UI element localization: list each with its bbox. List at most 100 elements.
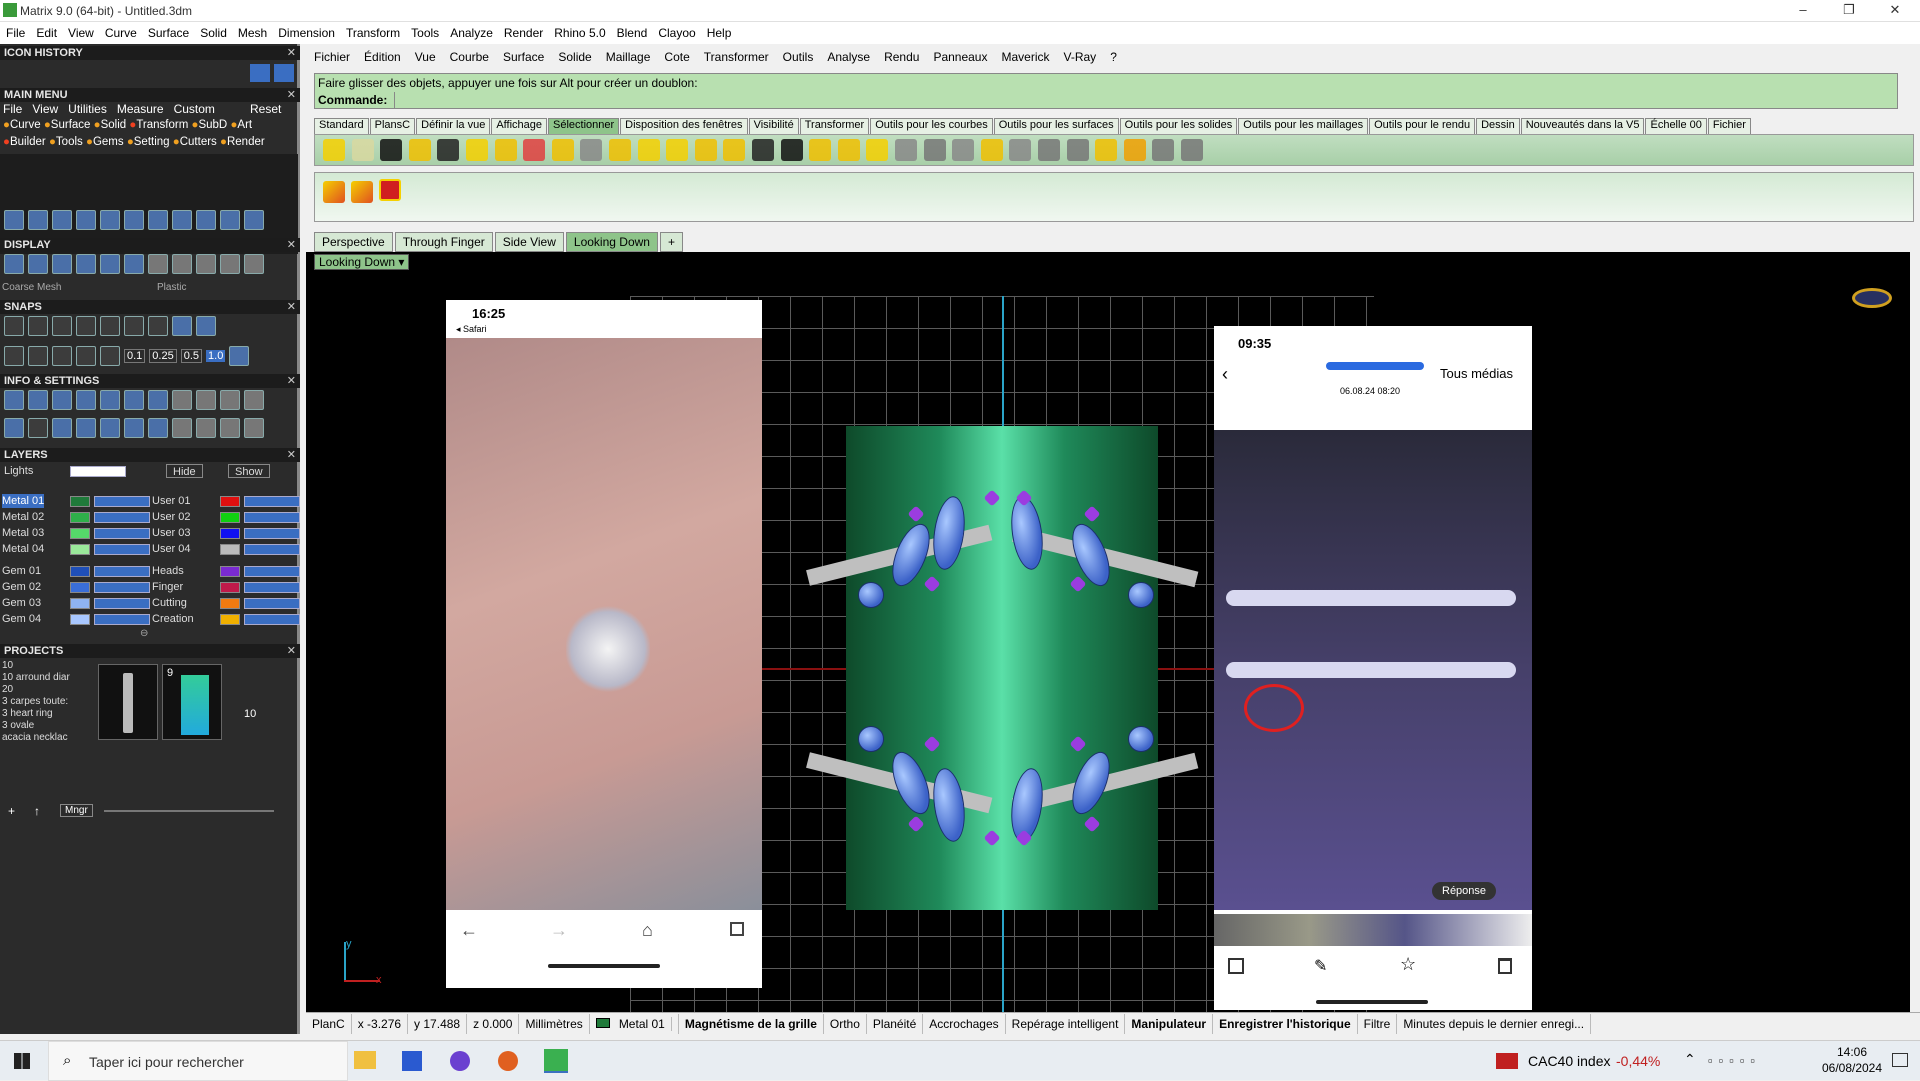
back-chevron-icon[interactable]: ‹ [1222, 364, 1228, 385]
select-tool-icon[interactable] [923, 139, 946, 161]
tray-chevron-icon[interactable]: ⌃ [1684, 1051, 1696, 1068]
cat-art[interactable]: Art [237, 119, 252, 131]
select-tool-icon[interactable] [723, 139, 746, 161]
snap-icon[interactable] [52, 316, 72, 336]
settings-icon[interactable] [244, 390, 264, 410]
tab-solid-tools[interactable]: Outils pour les solides [1119, 118, 1238, 134]
tab-standard[interactable]: Standard [314, 118, 369, 134]
app-icon[interactable] [450, 1051, 470, 1071]
windows-start-icon[interactable] [14, 1053, 30, 1069]
layer-name[interactable]: User 03 [152, 526, 191, 540]
select-tool-icon[interactable] [1066, 139, 1089, 161]
layer-visibility-lock-controls[interactable] [94, 512, 150, 523]
layer-color-swatch[interactable] [70, 582, 90, 593]
layer-visibility-lock-controls[interactable] [94, 496, 150, 507]
project-item[interactable]: 10 arround diar [2, 672, 86, 684]
round-gem[interactable] [1128, 582, 1154, 608]
material-sphere-icon[interactable] [148, 254, 168, 274]
search-icon[interactable] [28, 390, 48, 410]
mm-reset[interactable]: Reset [250, 102, 281, 116]
settings-icon[interactable] [100, 390, 120, 410]
select-tool-icon[interactable] [952, 139, 975, 161]
rmenu-surface[interactable]: Surface [503, 50, 544, 64]
layer-visibility-lock-controls[interactable] [94, 582, 150, 593]
layer-color-swatch[interactable] [220, 614, 240, 625]
close-icon[interactable]: ✕ [287, 88, 296, 102]
select-tool-icon[interactable] [551, 139, 574, 161]
select-tool-icon[interactable] [523, 139, 546, 161]
snap-icon[interactable] [28, 346, 48, 366]
tab-through-finger[interactable]: Through Finger [394, 232, 493, 252]
project-item[interactable]: 20 [2, 684, 86, 696]
select-tool-icon[interactable] [666, 139, 689, 161]
cat-curve[interactable]: Curve [10, 119, 41, 131]
move-icon[interactable] [100, 210, 120, 230]
status-gumball[interactable]: Manipulateur [1125, 1013, 1214, 1034]
stock-name[interactable]: CAC40 index [1528, 1053, 1611, 1069]
select-tool-icon[interactable] [1095, 139, 1118, 161]
tab-set-view[interactable]: Définir la vue [416, 118, 491, 134]
pencil-icon[interactable] [124, 390, 144, 410]
cat-transform[interactable]: Transform [136, 119, 188, 131]
mm-file[interactable]: File [3, 102, 22, 116]
status-record-history[interactable]: Enregistrer l'historique [1213, 1013, 1358, 1034]
cat-cutters[interactable]: Cutters [180, 136, 217, 148]
matrix-taskbar-icon[interactable] [544, 1049, 568, 1073]
select-tool-icon[interactable] [1009, 139, 1032, 161]
layer-color-swatch[interactable] [220, 582, 240, 593]
select-tool-icon[interactable] [1123, 139, 1146, 161]
status-plane[interactable]: PlanC [306, 1013, 352, 1034]
layer-name[interactable]: Metal 01 [2, 494, 45, 508]
menu-edit[interactable]: Edit [36, 26, 57, 40]
close-button[interactable]: ✕ [1872, 0, 1918, 22]
select-tool-icon[interactable] [1152, 139, 1175, 161]
close-icon[interactable]: ✕ [287, 644, 296, 658]
lights-control[interactable] [70, 466, 126, 477]
snap-icon[interactable] [196, 316, 216, 336]
layer-name[interactable]: User 04 [152, 542, 191, 556]
layer-color-swatch[interactable] [70, 566, 90, 577]
layer-name[interactable]: Metal 04 [2, 542, 44, 556]
snap-icon[interactable] [172, 316, 192, 336]
layer-visibility-lock-controls[interactable] [94, 614, 150, 625]
browser-forward-icon[interactable]: → [550, 920, 568, 941]
settings-icon[interactable] [148, 418, 168, 438]
layer-visibility-lock-controls[interactable] [94, 598, 150, 609]
status-grid-snap[interactable]: Magnétisme de la grille [679, 1013, 824, 1034]
menu-view[interactable]: View [68, 26, 94, 40]
display-icon[interactable] [76, 254, 96, 274]
star-icon[interactable]: ☆ [1400, 954, 1416, 975]
settings-icon[interactable] [196, 418, 216, 438]
tool-icon[interactable] [4, 210, 24, 230]
project-item[interactable]: 3 carpes toute: [2, 696, 86, 708]
menu-file[interactable]: File [6, 26, 25, 40]
layer-visibility-lock-controls[interactable] [244, 598, 300, 609]
reference-phone-right[interactable]: 09:35 ‹ 06.08.24 08:20 Tous médias Répon… [1214, 326, 1532, 1010]
snap-icon[interactable] [28, 316, 48, 336]
tab-new-in-v5[interactable]: Nouveautés dans la V5 [1520, 118, 1645, 134]
layer-visibility-lock-controls[interactable] [244, 566, 300, 577]
display-material-select[interactable]: Plastic [157, 282, 186, 293]
up-icon[interactable]: ↑ [34, 804, 40, 818]
layer-color-swatch[interactable] [220, 496, 240, 507]
layer-visibility-lock-controls[interactable] [244, 544, 300, 555]
menu-solid[interactable]: Solid [200, 26, 227, 40]
command-input[interactable] [394, 92, 1894, 108]
markup-icon[interactable]: ✎ [1314, 956, 1327, 976]
layer-visibility-lock-controls[interactable] [244, 614, 300, 625]
layer-visibility-lock-controls[interactable] [244, 582, 300, 593]
add-icon[interactable]: + [8, 804, 15, 818]
cat-builder[interactable]: Builder [10, 136, 46, 148]
close-icon[interactable]: ✕ [287, 300, 296, 314]
tray-icons[interactable]: ▫▫▫▫▫ [1708, 1053, 1812, 1069]
snap-icon[interactable] [4, 316, 24, 336]
snap-icon[interactable] [76, 316, 96, 336]
minimize-button[interactable]: – [1780, 0, 1826, 22]
snap-value-025[interactable]: 0.25 [149, 349, 177, 363]
add-viewport-icon[interactable]: + [659, 232, 683, 252]
snap-icon[interactable] [4, 346, 24, 366]
display-mesh-select[interactable]: Coarse Mesh [2, 282, 61, 293]
snap-icon[interactable] [100, 316, 120, 336]
projects-slider[interactable] [104, 810, 274, 812]
settings-icon[interactable] [52, 418, 72, 438]
